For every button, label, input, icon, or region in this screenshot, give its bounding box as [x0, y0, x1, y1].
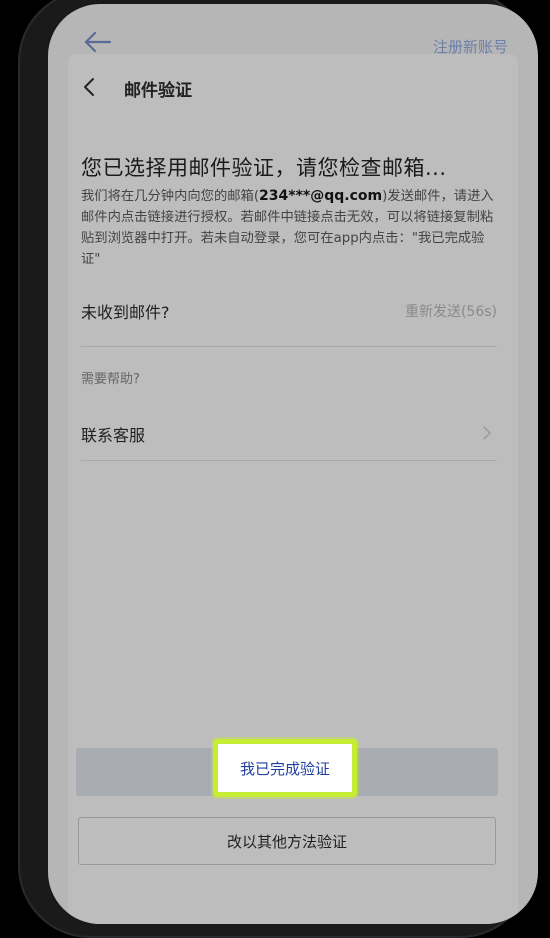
verification-complete-button[interactable]: 我已完成验证 — [213, 739, 357, 797]
help-label: 需要帮助? — [81, 372, 140, 387]
contact-support-label: 联系客服 — [81, 426, 146, 445]
chevron-right-icon — [483, 426, 491, 440]
contact-support-row[interactable]: 联系客服 — [81, 422, 497, 446]
description-text: 我们将在几分钟内向您的邮箱(234***@qq.com)发送邮件，请进入邮件内点… — [81, 186, 501, 270]
email-verification-sheet: 邮件验证 您已选择用邮件验证，请您检查邮箱... 我们将在几分钟内向您的邮箱(2… — [68, 54, 518, 924]
back-arrow-icon[interactable] — [82, 30, 112, 54]
phone-frame: 注册新账号 邮件验证 您已选择用邮件验证，请您检查邮箱... 我们将在几分钟内向… — [18, 0, 538, 938]
description-before-email: 我们将在几分钟内向您的邮箱( — [81, 189, 260, 204]
divider — [81, 460, 497, 461]
divider — [81, 346, 497, 347]
screen: 注册新账号 邮件验证 您已选择用邮件验证，请您检查邮箱... 我们将在几分钟内向… — [48, 4, 538, 924]
sheet-title: 邮件验证 — [124, 81, 192, 101]
resend-button[interactable]: 重新发送(56s) — [405, 301, 497, 321]
not-received-row: 未收到邮件? 重新发送(56s) — [81, 299, 497, 323]
not-received-label: 未收到邮件? — [81, 303, 170, 322]
sheet-header: 邮件验证 — [68, 54, 518, 118]
page-heading: 您已选择用邮件验证，请您检查邮箱... — [81, 156, 447, 180]
back-chevron-icon[interactable] — [82, 76, 98, 98]
other-method-button[interactable]: 改以其他方法验证 — [78, 817, 496, 865]
email-address: 234***@qq.com — [259, 188, 383, 204]
